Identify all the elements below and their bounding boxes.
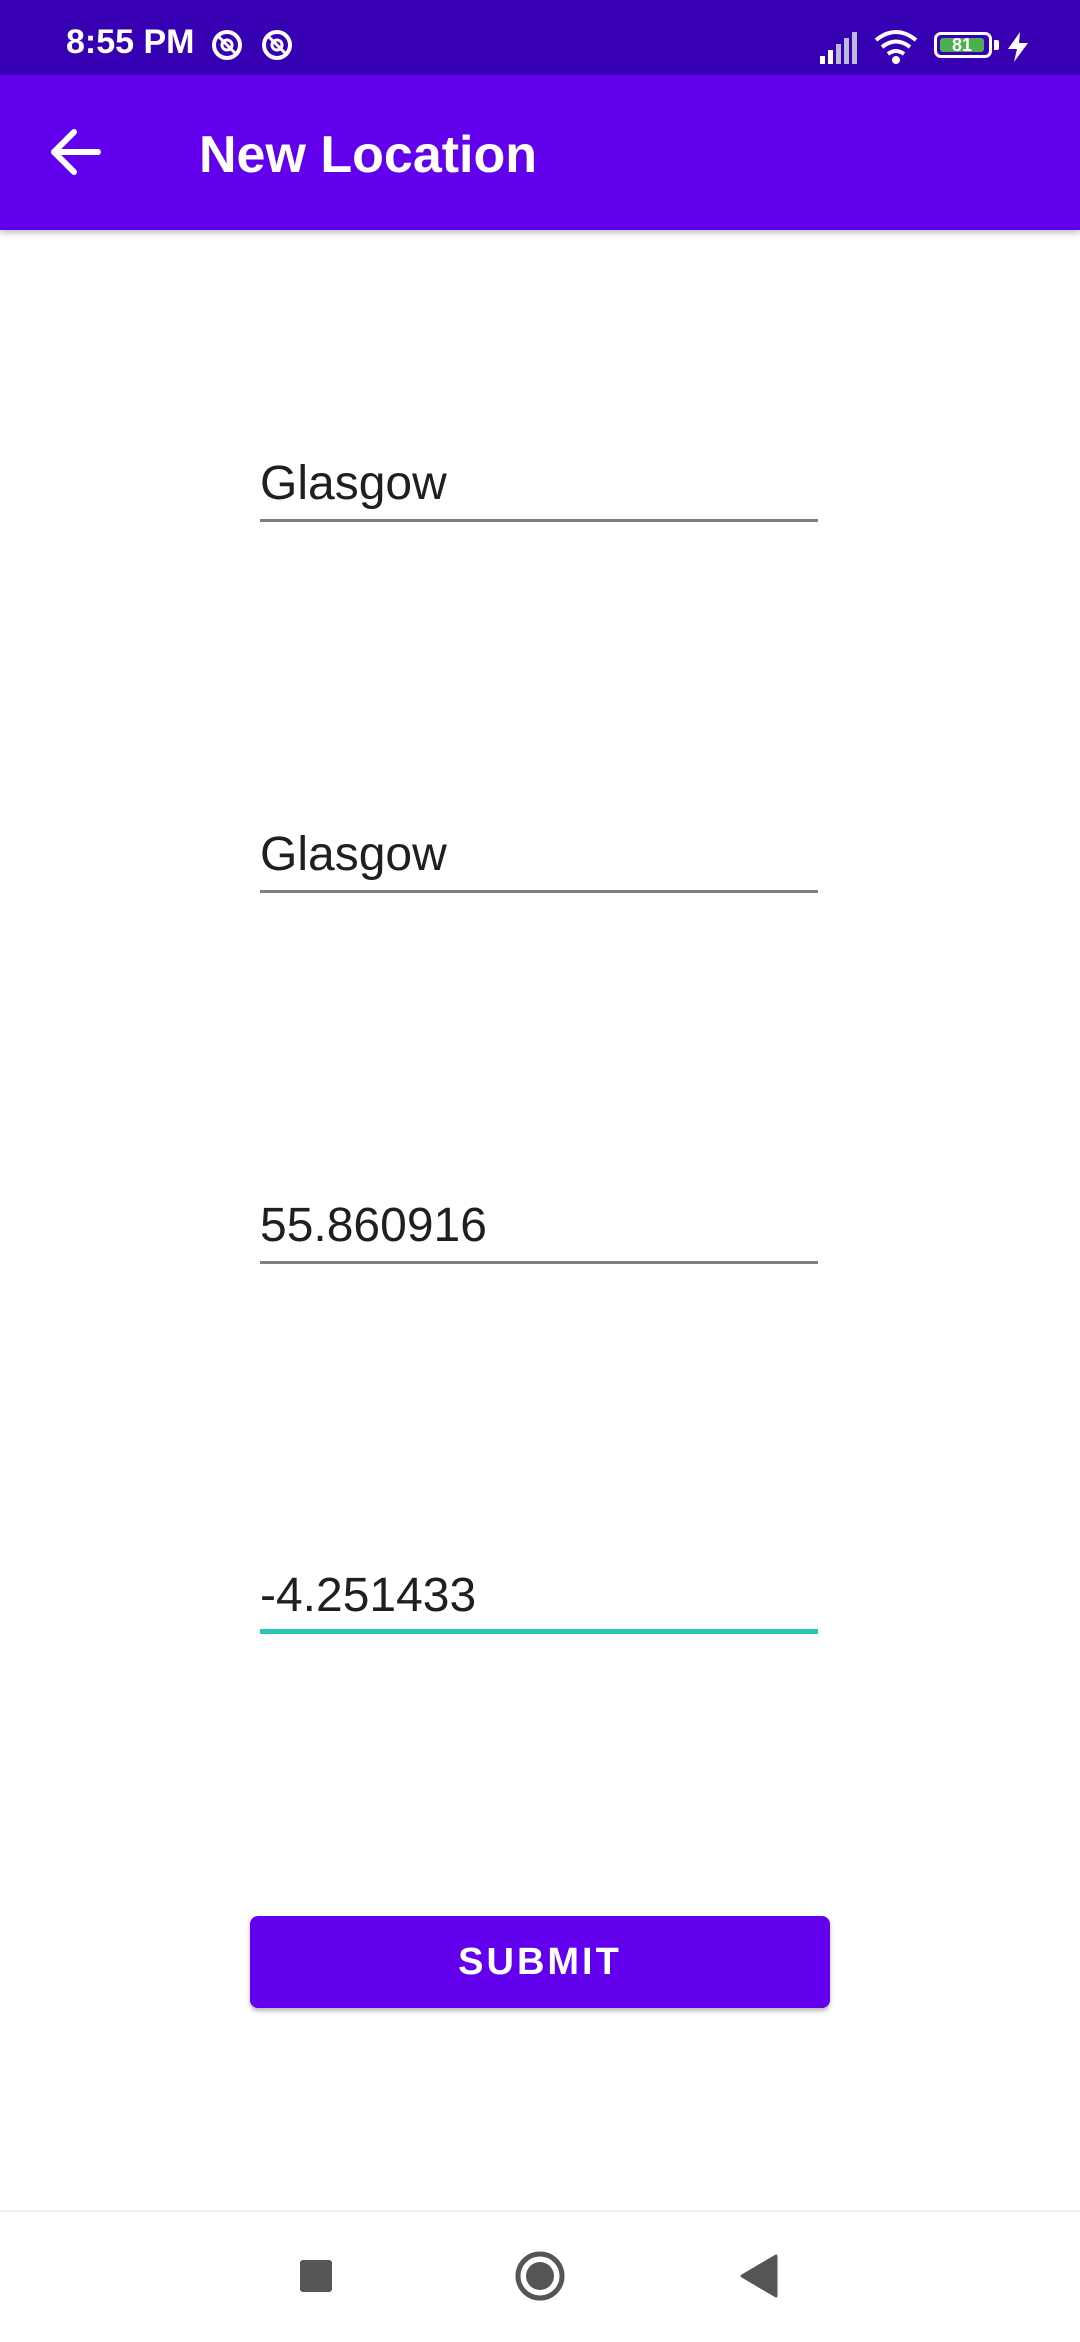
name-field[interactable]: [260, 432, 818, 522]
back-triangle-icon[interactable]: [720, 2236, 800, 2316]
battery-tip: [994, 40, 999, 50]
system-nav-bar: [0, 2210, 1080, 2342]
sync-icon: [262, 30, 292, 60]
status-time: 8:55 PM: [66, 23, 195, 61]
submit-button[interactable]: SUBMIT: [250, 1916, 830, 2008]
latitude-input[interactable]: [260, 1190, 818, 1260]
name-field-underline: [260, 519, 818, 522]
longitude-field[interactable]: [260, 1544, 818, 1634]
battery-level: 81: [940, 36, 984, 54]
longitude-field-underline: [260, 1629, 818, 1634]
longitude-input[interactable]: [260, 1560, 818, 1630]
page-title: New Location: [199, 126, 538, 184]
city-input[interactable]: [260, 819, 818, 889]
city-field-underline: [260, 890, 818, 893]
battery-icon: 81: [934, 32, 992, 58]
city-field[interactable]: [260, 803, 818, 893]
latitude-field[interactable]: [260, 1174, 818, 1264]
recents-square-icon[interactable]: [276, 2236, 356, 2316]
charging-icon: [1008, 32, 1028, 62]
app-bar: New Location: [0, 75, 1080, 230]
arrow-left-icon[interactable]: [36, 112, 116, 192]
name-input[interactable]: [260, 448, 818, 518]
status-bar: 8:55 PM 81: [0, 0, 1080, 75]
sync-icon: [212, 30, 242, 60]
latitude-field-underline: [260, 1261, 818, 1264]
wifi-icon: [874, 30, 918, 64]
signal-icon: [820, 32, 857, 64]
home-circle-icon[interactable]: [500, 2236, 580, 2316]
